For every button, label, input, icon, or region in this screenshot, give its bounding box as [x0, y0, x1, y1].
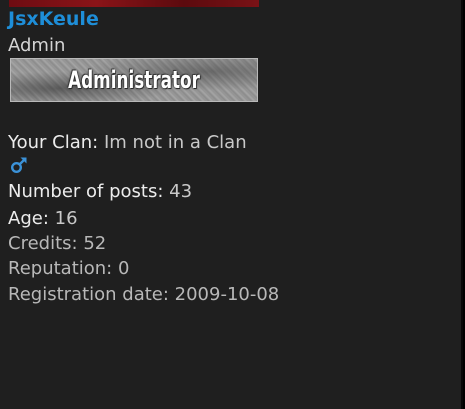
registration-label: Registration date:	[8, 284, 169, 305]
username-link[interactable]: JsxKeule	[8, 8, 99, 30]
age-value: 16	[54, 208, 78, 229]
credits-row: Credits: 52	[8, 233, 106, 255]
age-row: Age: 16	[8, 208, 78, 230]
posts-label: Number of posts:	[8, 181, 164, 202]
registration-row: Registration date: 2009-10-08	[8, 284, 279, 306]
age-label: Age:	[8, 208, 49, 229]
clan-row: Your Clan: Im not in a Clan	[8, 132, 247, 154]
reputation-value: 0	[117, 258, 130, 279]
user-profile-panel: JsxKeule Admin Administrator Your Clan: …	[0, 0, 463, 409]
clan-label: Your Clan:	[8, 132, 99, 153]
reputation-row: Reputation: 0	[8, 258, 129, 280]
posts-row: Number of posts: 43	[8, 181, 192, 203]
user-rank-title: Admin	[8, 35, 66, 56]
credits-value: 52	[83, 233, 107, 254]
reputation-label: Reputation:	[8, 258, 113, 279]
clan-value: Im not in a Clan	[103, 132, 247, 153]
rank-badge-image: Administrator	[10, 58, 258, 102]
registration-value: 2009-10-08	[174, 284, 280, 305]
male-symbol-icon	[10, 157, 27, 174]
avatar-image[interactable]	[9, 0, 259, 7]
rank-badge-label: Administrator	[68, 66, 200, 94]
posts-value: 43	[169, 181, 193, 202]
credits-label: Credits:	[8, 233, 78, 254]
